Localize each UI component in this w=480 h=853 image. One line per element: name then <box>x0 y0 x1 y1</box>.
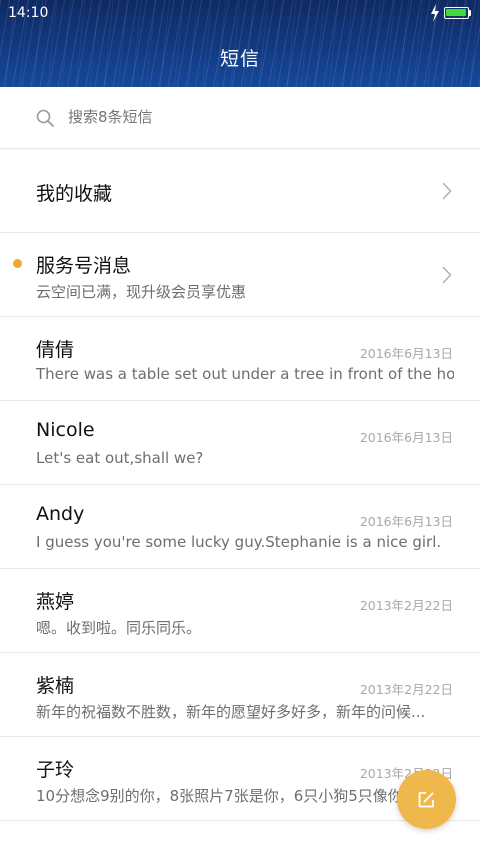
conversation-preview: 云空间已满，现升级会员享优惠 <box>36 283 247 301</box>
conversation-name: 燕婷 <box>36 591 75 613</box>
conversation-preview: 10分想念9别的你，8张照片7张是你，6只小狗5只像你... <box>36 787 418 805</box>
battery-icon <box>444 7 469 19</box>
conversation-row[interactable]: Andy 2016年6月13日 I guess you're some luck… <box>0 485 480 569</box>
conversation-name: Andy <box>36 503 85 525</box>
conversation-name: 紫楠 <box>36 675 75 697</box>
conversation-date: 2013年2月22日 <box>359 682 453 697</box>
status-time: 14:10 <box>8 5 49 21</box>
conversation-preview: 新年的祝福数不胜数，新年的愿望好多好多，新年的问候... <box>36 703 426 721</box>
charging-bolt-icon <box>431 4 439 22</box>
conversation-date: 2013年2月22日 <box>359 598 453 613</box>
conversation-row[interactable]: 倩倩 2016年6月13日 There was a table set out … <box>0 317 480 401</box>
compose-button[interactable] <box>397 770 456 829</box>
conversation-row[interactable]: Nicole 2016年6月13日 Let's eat out,shall we… <box>0 401 480 485</box>
search-input[interactable] <box>68 108 448 126</box>
search-icon <box>36 109 54 127</box>
conversation-date: 2016年6月13日 <box>359 514 453 529</box>
service-messages-row[interactable]: 服务号消息 云空间已满，现升级会员享优惠 <box>0 233 480 317</box>
conversation-name: Nicole <box>36 419 95 441</box>
page-title: 短信 <box>219 48 260 70</box>
conversation-name: 倩倩 <box>36 339 75 361</box>
conversation-row[interactable]: 紫楠 2013年2月22日 新年的祝福数不胜数，新年的愿望好多好多，新年的问候.… <box>0 653 480 737</box>
chevron-right-icon <box>442 266 452 284</box>
battery-cap <box>469 10 471 16</box>
conversation-preview: There was a table set out under a tree i… <box>36 365 454 383</box>
unread-dot <box>13 259 22 268</box>
battery-fill <box>446 9 466 16</box>
compose-icon <box>418 792 434 808</box>
conversation-list: 我的收藏 服务号消息 云空间已满，现升级会员享优惠 倩倩 2016年6月13日 … <box>0 149 480 821</box>
app-header: 14:10 短信 <box>0 0 480 87</box>
status-bar: 14:10 <box>0 0 480 28</box>
conversation-date: 2016年6月13日 <box>359 346 453 361</box>
conversation-row[interactable]: 燕婷 2013年2月22日 嗯。收到啦。同乐同乐。 <box>0 569 480 653</box>
conversation-name: 子玲 <box>36 759 75 781</box>
conversation-preview: Let's eat out,shall we? <box>36 449 204 467</box>
conversation-preview: 嗯。收到啦。同乐同乐。 <box>36 619 202 637</box>
conversation-date: 2016年6月13日 <box>359 430 453 445</box>
search-bar[interactable] <box>0 87 480 149</box>
favorites-row[interactable]: 我的收藏 <box>0 149 480 233</box>
chevron-right-icon <box>442 182 452 200</box>
conversation-preview: I guess you're some lucky guy.Stephanie … <box>36 533 442 551</box>
conversation-name: 服务号消息 <box>36 255 132 277</box>
favorites-label: 我的收藏 <box>36 183 113 205</box>
